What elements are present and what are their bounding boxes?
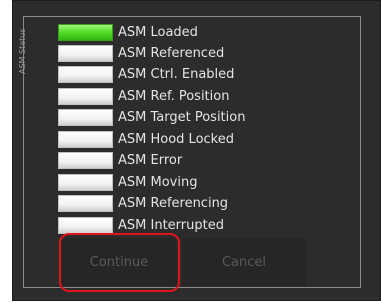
status-indicator [58,195,113,212]
status-label: ASM Ctrl. Enabled [118,67,235,82]
status-indicator [58,174,113,191]
status-label: ASM Interrupted [118,218,224,233]
asm-status-group-title: ASM Status [18,28,27,75]
status-indicator [58,152,113,169]
status-label: ASM Ref. Position [118,89,230,104]
cancel-button[interactable]: Cancel [182,238,306,286]
status-indicator [58,24,113,41]
status-indicator [58,66,113,83]
status-label: ASM Error [118,153,183,168]
status-label: ASM Referenced [118,46,225,61]
continue-highlight-outline [59,233,180,292]
status-indicator [58,217,113,234]
status-label: ASM Moving [118,175,198,190]
status-indicator [58,88,113,105]
status-label: ASM Target Position [118,110,246,125]
status-label: ASM Hood Locked [118,132,234,147]
status-label: ASM Loaded [118,25,198,40]
status-indicator [58,131,113,148]
status-indicator [58,109,113,126]
status-label: ASM Referencing [118,196,229,211]
status-indicator [58,45,113,62]
